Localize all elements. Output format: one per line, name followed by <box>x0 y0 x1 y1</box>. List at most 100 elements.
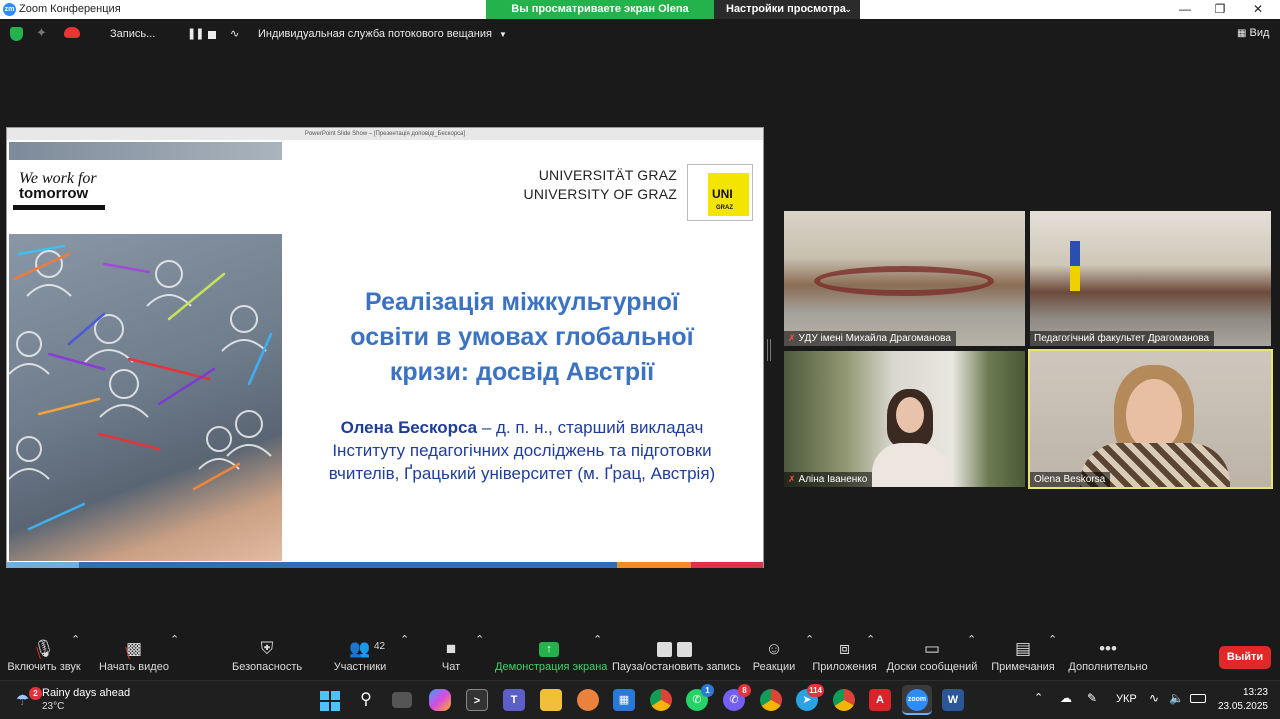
participants-icon: 👥 42 <box>330 633 390 661</box>
author-affiliation-line: вчителів, Ґрацький університет (м. Ґрац,… <box>328 464 716 483</box>
leave-button[interactable]: Выйти <box>1219 646 1271 669</box>
notes-button[interactable]: ▤ Примечания <box>990 633 1056 673</box>
viber-icon[interactable]: ✆ 8 <box>723 684 751 711</box>
apps-options-caret[interactable]: ⌃ <box>866 633 875 646</box>
shield-icon[interactable] <box>10 27 23 41</box>
telegram-icon[interactable]: ➤ 114 <box>796 684 824 711</box>
file-explorer-icon[interactable] <box>540 689 562 711</box>
terminal-icon[interactable]: > <box>466 689 488 711</box>
participant-name-tag: Педагогічний факультет Драгоманова <box>1030 331 1215 346</box>
view-label: Вид <box>1249 27 1270 39</box>
weather-title[interactable]: Rainy days ahead <box>42 687 130 699</box>
reactions-button[interactable]: ☺ Реакции <box>752 633 796 673</box>
author-title: – д. п. н., старший викладач <box>477 418 704 437</box>
close-icon[interactable]: ✕ <box>1241 0 1275 19</box>
audio-options-caret[interactable]: ⌃ <box>71 633 80 646</box>
copilot-icon[interactable] <box>429 689 451 711</box>
wifi-icon[interactable]: ∿ <box>1149 691 1159 705</box>
video-off-icon: ▩ ⧵ <box>125 639 143 663</box>
clock-date[interactable]: 23.05.2025 <box>1210 701 1268 712</box>
language-indicator[interactable]: УКР <box>1116 693 1137 705</box>
presentation-slide: We work for tomorrow UNIVERSITÄT GRAZ UN… <box>7 142 763 568</box>
video-tile[interactable]: ✗ УДУ імені Михайла Драгоманова <box>784 211 1025 346</box>
store-icon[interactable]: ▦ <box>613 689 635 711</box>
chrome-profile-icon[interactable] <box>760 689 782 711</box>
slide-window-title: PowerPoint Slide Show – [Презентація доп… <box>7 128 763 140</box>
whiteboard-icon: ▭ <box>923 639 941 658</box>
whiteboards-options-caret[interactable]: ⌃ <box>967 633 976 646</box>
weather-rain-icon[interactable]: ☂ 2 <box>16 687 42 709</box>
tray-cloud-icon[interactable]: ☁ <box>1060 691 1072 705</box>
whiteboards-button[interactable]: ▭ Доски сообщений <box>886 633 978 673</box>
battery-icon[interactable] <box>1190 694 1206 703</box>
start-video-button[interactable]: ▩ ⧵ Начать видео <box>99 633 169 673</box>
uni-graz-logo-text: UNI <box>712 187 733 201</box>
task-view-icon[interactable] <box>392 692 412 708</box>
stop-icon[interactable] <box>208 31 216 39</box>
view-options-label: Настройки просмотра <box>726 3 846 15</box>
stream-service-dropdown[interactable]: Индивидуальная служба потокового вещания… <box>258 28 507 40</box>
pause-icon[interactable]: ❚❚ <box>187 27 204 40</box>
start-video-label: Начать видео <box>99 661 169 673</box>
cloud-record-icon[interactable] <box>64 27 80 38</box>
notes-options-caret[interactable]: ⌃ <box>1048 633 1057 646</box>
chrome-alt-icon[interactable] <box>833 689 855 711</box>
whatsapp-icon[interactable]: ✆ 1 <box>686 684 714 711</box>
chat-options-caret[interactable]: ⌃ <box>475 633 484 646</box>
chrome-icon[interactable] <box>650 689 672 711</box>
participants-button[interactable]: 👥 42 Участники <box>330 633 390 673</box>
notes-icon: ▤ <box>1014 639 1032 658</box>
acrobat-icon[interactable]: A <box>869 689 891 711</box>
participants-options-caret[interactable]: ⌃ <box>400 633 409 646</box>
video-tile[interactable]: Педагогічний факультет Драгоманова <box>1030 211 1271 346</box>
active-speaker-video-tile[interactable]: Olena Beskorsa <box>1028 349 1273 489</box>
mic-muted-icon: ✗ <box>788 333 796 343</box>
video-tile[interactable]: ✗ Аліна Іваненко <box>784 351 1025 487</box>
tray-pen-icon[interactable]: ✎ <box>1087 691 1097 705</box>
share-options-caret[interactable]: ⌃ <box>593 633 602 646</box>
tray-chevron-icon[interactable]: ⌃ <box>1034 691 1043 704</box>
clock-time[interactable]: 13:23 <box>1238 687 1268 698</box>
minimize-icon[interactable]: — <box>1168 0 1202 19</box>
word-icon[interactable]: W <box>942 689 964 711</box>
pause-stop-recording-button[interactable]: Пауза/остановить запись <box>612 633 741 673</box>
university-name-en: UNIVERSITY OF GRAZ <box>523 186 677 202</box>
grid-icon: ▦ <box>1237 28 1247 39</box>
author-name: Олена Бескорса <box>340 418 478 437</box>
participant-name-tag: ✗ Аліна Іваненко <box>784 472 873 487</box>
app-icon[interactable] <box>577 689 599 711</box>
zoom-taskbar-icon[interactable]: zoom <box>902 685 932 715</box>
mic-muted-icon: ✗ <box>788 474 796 484</box>
author-affiliation-line: Інституту педагогічних досліджень та під… <box>332 441 712 460</box>
teams-icon[interactable]: T <box>503 689 525 711</box>
more-button[interactable]: ••• Дополнительно <box>1068 633 1148 673</box>
search-icon[interactable]: ⚲ <box>355 689 377 711</box>
stream-service-label: Индивидуальная служба потокового вещания <box>258 28 492 40</box>
view-options-button[interactable]: Настройки просмотра ⌄ <box>714 0 860 19</box>
maximize-icon[interactable]: ❐ <box>1203 0 1237 19</box>
slide-title-line: кризи: досвід Австрії <box>389 358 655 386</box>
more-dots-icon: ••• <box>1099 639 1117 658</box>
splitter-handle[interactable] <box>767 339 771 361</box>
view-button[interactable]: ▦ Вид <box>1237 27 1269 39</box>
meeting-bottom-toolbar: 🎙 ⧵ Включить звук ⌃ ▩ ⧵ Начать видео ⌃ ⛨ Б… <box>0 633 1280 680</box>
share-screen-icon: ↑ <box>495 633 603 661</box>
slide-footer-bar <box>7 562 763 568</box>
tagline-underline <box>13 205 105 210</box>
sparkle-icon[interactable]: ✦ <box>36 25 47 41</box>
caret-down-icon: ▼ <box>499 30 507 39</box>
slide-title-line: освіти в умовах глобальної <box>350 323 694 351</box>
livestream-icon[interactable]: ∿ <box>230 27 239 40</box>
unmute-label: Включить звук <box>7 661 81 673</box>
emoji-icon: ☺ <box>765 639 783 658</box>
chat-bubble-icon: ■ <box>445 639 457 658</box>
network-hand-illustration <box>9 234 282 561</box>
participants-count: 42 <box>374 641 386 652</box>
university-name: UNIVERSITÄT GRAZ UNIVERSITY OF GRAZ <box>524 166 677 204</box>
chat-button[interactable]: ■ Чат <box>436 633 466 673</box>
volume-icon[interactable]: 🔈 <box>1169 691 1184 705</box>
video-options-caret[interactable]: ⌃ <box>170 633 179 646</box>
share-screen-button[interactable]: ↑ Демонстрация экрана <box>495 633 607 673</box>
start-icon[interactable] <box>318 689 340 711</box>
security-button[interactable]: ⛨ Безопасность <box>232 633 302 673</box>
